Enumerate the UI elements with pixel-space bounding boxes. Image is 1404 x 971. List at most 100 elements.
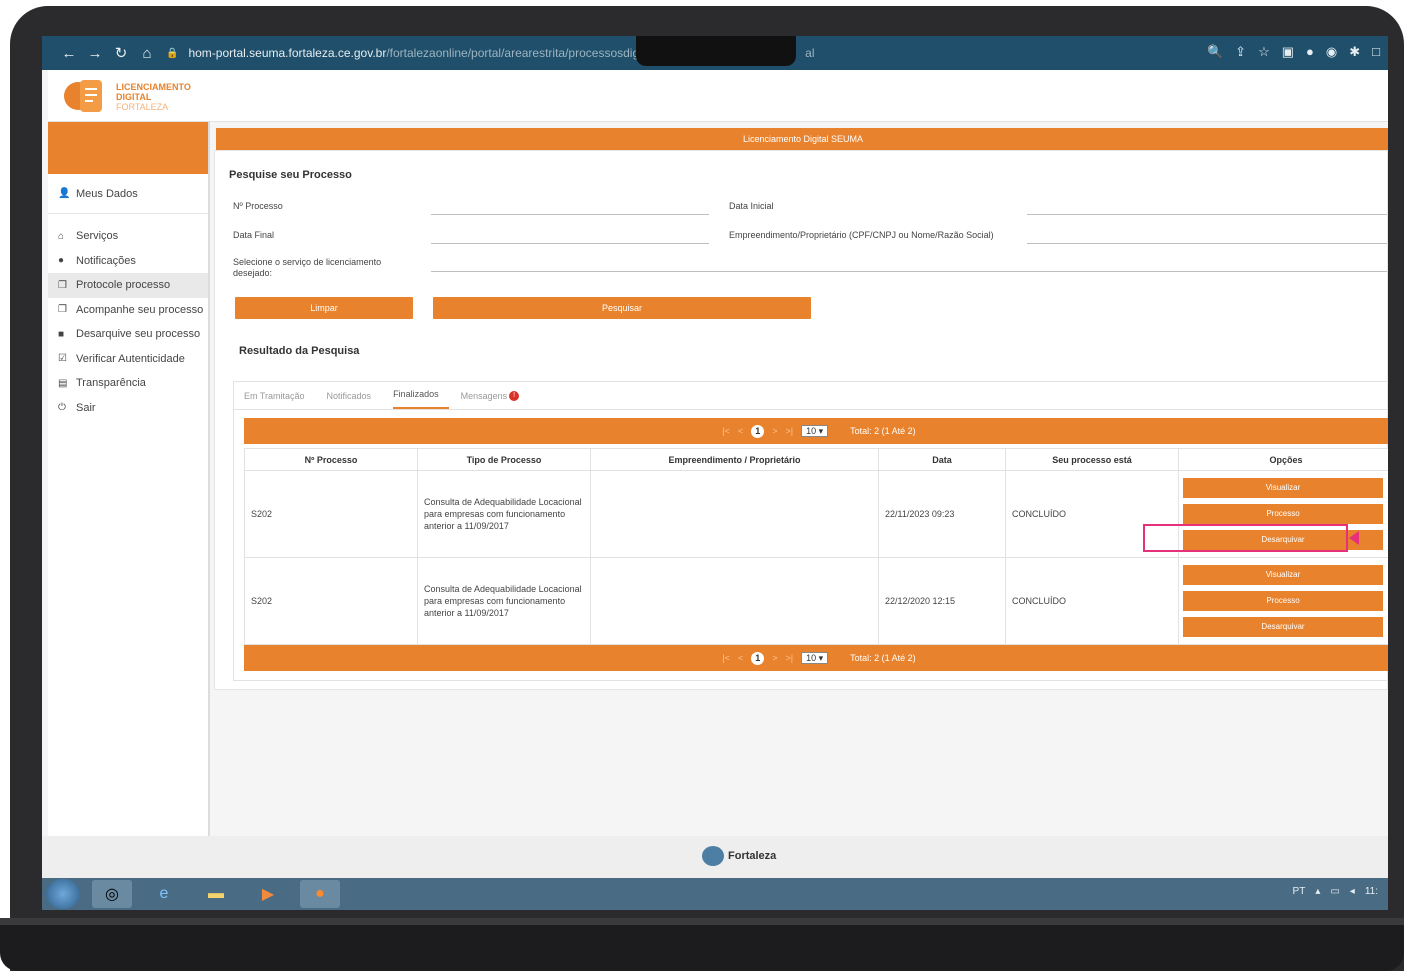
empreendimento-cell: [590, 557, 879, 645]
highlight-box: [1143, 524, 1348, 552]
logo-line3: FORTALEZA: [116, 102, 169, 112]
col-header: Nº Processo: [244, 448, 418, 471]
file-icon: ▤: [58, 377, 68, 389]
zoom-icon[interactable]: 🔍: [1207, 44, 1223, 60]
per-page-select[interactable]: 10 ▾: [801, 652, 829, 664]
app-header: LICENCIAMENTO DIGITAL FORTALEZA: [48, 70, 1388, 122]
empreendimento-input[interactable]: [1027, 243, 1387, 244]
camera-notch: [636, 36, 796, 66]
folder-icon[interactable]: ▬: [196, 880, 236, 908]
logo-text: LICENCIAMENTO DIGITAL FORTALEZA: [116, 82, 191, 112]
pager-total: Total: 2 (1 Até 2): [850, 653, 916, 663]
pesquisar-button[interactable]: Pesquisar: [433, 297, 811, 319]
next-page-icon[interactable]: >: [772, 653, 777, 663]
page-number[interactable]: 1: [751, 424, 765, 438]
tray-arrow-icon[interactable]: ▴: [1315, 886, 1320, 897]
check-square-icon: ☑: [58, 353, 67, 365]
servico-select[interactable]: [431, 271, 1387, 272]
power-icon: ⏻: [58, 402, 66, 414]
logo-icon: [64, 80, 102, 112]
page-number[interactable]: 1: [751, 651, 765, 665]
sidebar-item-label: Notificações: [76, 254, 136, 267]
last-page-icon[interactable]: >|: [785, 653, 793, 663]
sidebar-item-transparencia[interactable]: ▤ Transparência: [48, 371, 208, 396]
alert-circle-icon: ●: [58, 255, 65, 267]
footer-logo: Fortaleza: [702, 846, 776, 866]
tab-finalizados[interactable]: Finalizados: [393, 389, 449, 409]
logo-line2: DIGITAL: [116, 92, 152, 102]
prev-page-icon[interactable]: <: [738, 426, 743, 436]
col-header: Seu processo está: [1005, 448, 1179, 471]
tab-mensagens-label: Mensagens: [460, 391, 508, 401]
language-indicator[interactable]: PT: [1293, 886, 1306, 897]
home-icon: ⌂: [58, 230, 65, 242]
home-icon[interactable]: ⌂: [134, 45, 160, 62]
tab-mensagens[interactable]: Mensagens!: [461, 391, 530, 409]
clock[interactable]: 11:: [1365, 886, 1378, 897]
prev-page-icon[interactable]: <: [738, 653, 743, 663]
first-page-icon[interactable]: |<: [722, 426, 730, 436]
per-page-value: 10: [806, 653, 817, 663]
volume-icon[interactable]: ◂: [1350, 886, 1355, 897]
share-icon[interactable]: ⇪: [1235, 44, 1246, 60]
processo-button[interactable]: Processo: [1183, 591, 1383, 611]
data-inicial-input[interactable]: [1027, 214, 1387, 215]
sidebar-item-desarquive[interactable]: ■ Desarquive seu processo: [48, 322, 208, 347]
sidebar-banner: [48, 122, 208, 174]
media-player-icon[interactable]: ▶: [248, 880, 288, 908]
chrome-icon[interactable]: ◎: [92, 880, 132, 908]
browser-extensions: 🔍 ⇪ ☆ ▣ ● ◉ ✱ □: [1207, 44, 1380, 60]
first-page-icon[interactable]: |<: [722, 653, 730, 663]
data-final-label: Data Final: [233, 230, 275, 240]
back-icon[interactable]: ←: [56, 45, 82, 62]
sidebar-item-meus-dados[interactable]: 👤 Meus Dados: [48, 174, 208, 214]
forward-icon[interactable]: →: [82, 45, 108, 62]
copy-icon: ❐: [58, 279, 67, 291]
firefox-icon[interactable]: ●: [300, 880, 340, 908]
extension-icon[interactable]: ▣: [1282, 44, 1294, 60]
visualizar-button[interactable]: Visualizar: [1183, 565, 1383, 585]
reload-icon[interactable]: ↻: [108, 44, 134, 62]
limpar-button[interactable]: Limpar: [235, 297, 413, 319]
window-icon[interactable]: □: [1372, 44, 1380, 60]
empreendimento-cell: [590, 470, 879, 558]
tab-em-tramitacao[interactable]: Em Tramitação: [244, 391, 315, 409]
sidebar-item-servicos[interactable]: ⌂ Serviços: [48, 224, 208, 249]
ie-icon[interactable]: e: [144, 880, 184, 908]
col-header: Empreendimento / Proprietário: [590, 448, 879, 471]
extension-icon[interactable]: ◉: [1326, 44, 1337, 60]
extension-icon[interactable]: ●: [1306, 44, 1314, 60]
network-icon[interactable]: ▭: [1330, 886, 1339, 897]
tab-notificados[interactable]: Notificados: [327, 391, 382, 409]
page-footer: Fortaleza: [42, 836, 1388, 878]
results-tabs: Em Tramitação Notificados Finalizados Me…: [234, 382, 1388, 410]
col-header: Data: [878, 448, 1006, 471]
sidebar-item-label: Meus Dados: [76, 187, 138, 200]
sidebar-item-sair[interactable]: ⏻ Sair: [48, 396, 208, 421]
puzzle-icon[interactable]: ✱: [1349, 44, 1360, 60]
sidebar-item-protocole[interactable]: ❐ Protocole processo: [48, 273, 208, 298]
star-icon[interactable]: ☆: [1258, 44, 1270, 60]
pager-top: |< < 1 > >| 10 ▾ Total: 2 (1 Até 2): [244, 418, 1388, 444]
next-page-icon[interactable]: >: [772, 426, 777, 436]
sidebar-item-label: Verificar Autenticidade: [76, 352, 185, 365]
processo-button[interactable]: Processo: [1183, 504, 1383, 524]
sidebar-item-acompanhe[interactable]: ❐ Acompanhe seu processo: [48, 298, 208, 323]
empreendimento-label: Empreendimento/Proprietário (CPF/CNPJ ou…: [729, 230, 994, 240]
tipo-cell: Consulta de Adequabilidade Locacional pa…: [417, 470, 591, 558]
desarquivar-button[interactable]: Desarquivar: [1183, 617, 1383, 637]
result-heading: Resultado da Pesquisa: [239, 345, 360, 357]
sidebar-item-notificacoes[interactable]: ● Notificações: [48, 249, 208, 274]
processo-input[interactable]: [431, 214, 709, 215]
start-button[interactable]: [46, 879, 80, 909]
visualizar-button[interactable]: Visualizar: [1183, 478, 1383, 498]
data-final-input[interactable]: [431, 243, 709, 244]
sidebar-item-label: Transparência: [76, 377, 146, 390]
tipo-cell: Consulta de Adequabilidade Locacional pa…: [417, 557, 591, 645]
per-page-select[interactable]: 10 ▾: [801, 425, 829, 437]
col-header: Tipo de Processo: [417, 448, 591, 471]
sidebar-item-verificar[interactable]: ☑ Verificar Autenticidade: [48, 347, 208, 372]
last-page-icon[interactable]: >|: [785, 426, 793, 436]
logo-line1: LICENCIAMENTO: [116, 82, 191, 92]
data-cell: 22/12/2020 12:15: [878, 557, 1006, 645]
